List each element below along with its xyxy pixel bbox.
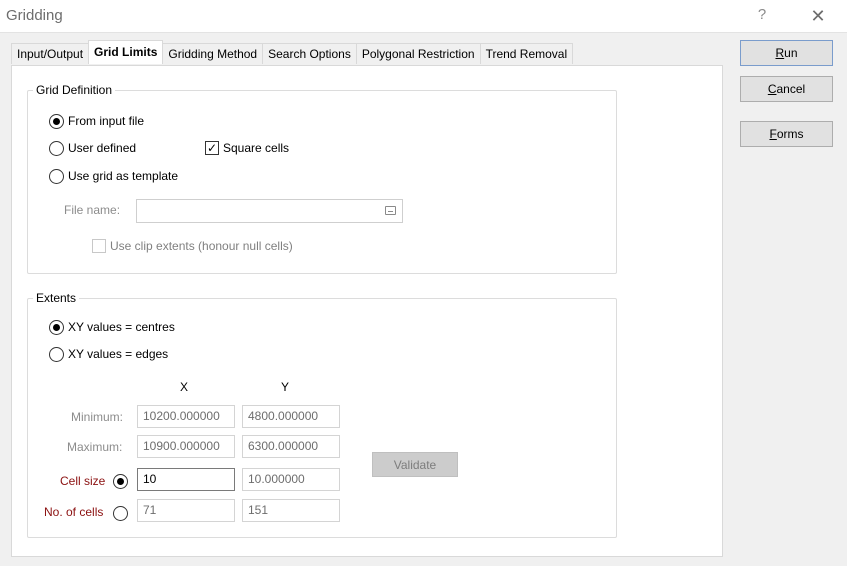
forms-label: orms xyxy=(776,127,804,141)
cancel-button[interactable]: Cancel xyxy=(740,76,833,102)
use-grid-as-template-label: Use grid as template xyxy=(68,169,179,183)
radio-selected-icon xyxy=(113,473,128,489)
run-mnemonic: R xyxy=(775,46,785,60)
maximum-y-field[interactable]: 6300.000000 xyxy=(242,435,340,458)
clip-extents-label: Use clip extents (honour null cells) xyxy=(110,239,293,253)
maximum-label: Maximum: xyxy=(67,440,123,454)
title-bar: Gridding ? ✕ xyxy=(0,0,847,32)
window-title: Gridding xyxy=(6,7,63,24)
cell-size-x-field[interactable]: 10 xyxy=(137,468,235,491)
tab-strip: Input/Output Grid Limits Gridding Method… xyxy=(11,40,574,64)
radio-selected-icon xyxy=(49,113,64,129)
xy-edges-label: XY values = edges xyxy=(68,347,169,361)
from-input-file-label: From input file xyxy=(68,114,145,128)
browse-icon[interactable] xyxy=(385,206,396,215)
cancel-label: ancel xyxy=(776,82,806,96)
minimum-y-field[interactable]: 4800.000000 xyxy=(242,405,340,428)
close-icon[interactable]: ✕ xyxy=(806,4,830,28)
run-button[interactable]: Run xyxy=(740,40,833,66)
minimum-label: Minimum: xyxy=(71,410,124,424)
tab-grid-limits[interactable]: Grid Limits xyxy=(88,40,164,64)
extents-legend: Extents xyxy=(36,291,77,305)
validate-button[interactable]: Validate xyxy=(372,452,458,477)
tab-trend-removal[interactable]: Trend Removal xyxy=(479,43,574,64)
xy-centres-label: XY values = centres xyxy=(68,320,175,334)
forms-button[interactable]: Forms xyxy=(740,121,833,147)
user-defined-radio[interactable]: User defined xyxy=(49,139,136,157)
cell-size-label: Cell size xyxy=(60,474,106,488)
use-grid-as-template-radio[interactable]: Use grid as template xyxy=(49,167,178,185)
user-defined-label: User defined xyxy=(68,141,137,155)
from-input-file-radio[interactable]: From input file xyxy=(49,112,144,130)
no-of-cells-label: No. of cells xyxy=(44,505,104,519)
no-of-cells-x-field[interactable]: 71 xyxy=(137,499,235,522)
square-cells-checkbox[interactable]: ✓ Square cells xyxy=(205,139,289,157)
column-x-header: X xyxy=(180,380,189,394)
tab-gridding-method[interactable]: Gridding Method xyxy=(162,43,264,64)
radio-selected-icon xyxy=(49,319,64,335)
tab-polygonal-restriction[interactable]: Polygonal Restriction xyxy=(355,43,481,64)
square-cells-label: Square cells xyxy=(223,141,290,155)
checkbox-empty-icon xyxy=(92,239,106,253)
file-name-input[interactable] xyxy=(136,199,403,223)
maximum-x-field[interactable]: 10900.000000 xyxy=(137,435,235,458)
clip-extents-checkbox[interactable]: Use clip extents (honour null cells) xyxy=(92,237,293,255)
no-of-cells-y-field[interactable]: 151 xyxy=(242,499,340,522)
forms-mnemonic: F xyxy=(769,127,777,141)
minimum-x-field[interactable]: 10200.000000 xyxy=(137,405,235,428)
xy-centres-radio[interactable]: XY values = centres xyxy=(49,318,175,336)
tab-input-output[interactable]: Input/Output xyxy=(11,43,90,64)
grid-definition-legend: Grid Definition xyxy=(36,83,113,97)
radio-unselected-icon xyxy=(113,505,128,521)
radio-unselected-icon xyxy=(49,346,64,362)
run-label: un xyxy=(784,46,798,60)
tab-search-options[interactable]: Search Options xyxy=(262,43,357,64)
cell-size-radio[interactable] xyxy=(113,472,132,490)
file-name-label: File name: xyxy=(64,203,121,217)
help-icon[interactable]: ? xyxy=(752,6,772,26)
column-y-header: Y xyxy=(281,380,290,394)
xy-edges-radio[interactable]: XY values = edges xyxy=(49,345,168,363)
radio-unselected-icon xyxy=(49,168,64,184)
no-of-cells-radio[interactable] xyxy=(113,504,132,522)
checkmark-icon: ✓ xyxy=(205,141,219,155)
cell-size-y-field[interactable]: 10.000000 xyxy=(242,468,340,491)
radio-unselected-icon xyxy=(49,140,64,156)
